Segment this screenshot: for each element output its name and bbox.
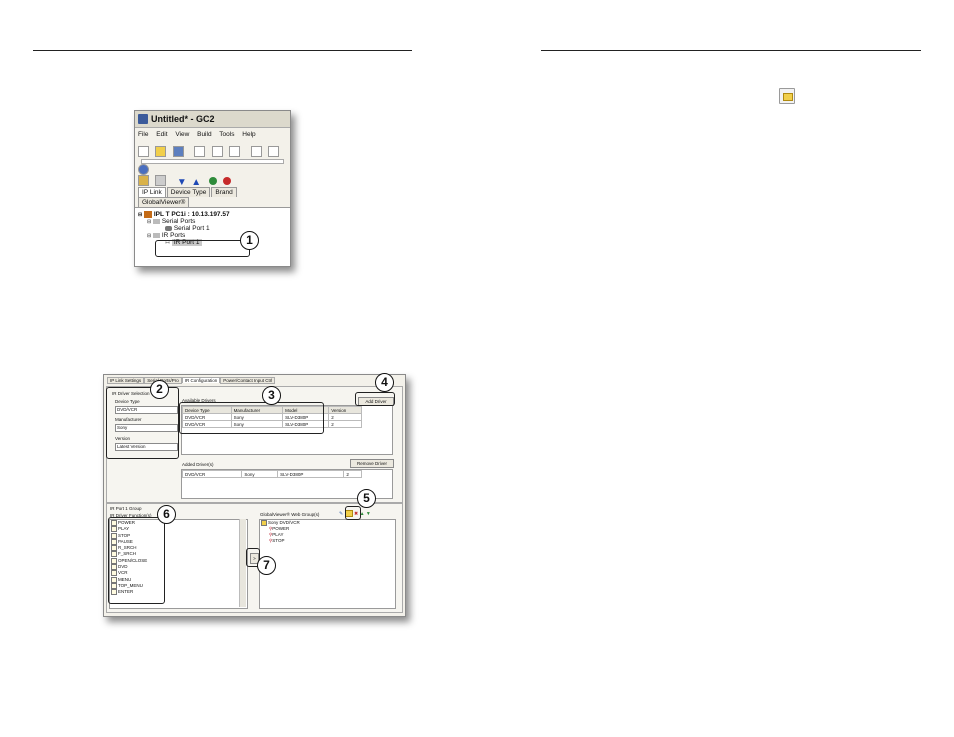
serial-port-icon [165, 226, 172, 231]
title-bar: Untitled* - GC2 [135, 111, 290, 128]
new-file-icon[interactable] [138, 146, 149, 158]
available-drivers-highlight [179, 402, 324, 434]
save-icon[interactable] [172, 146, 184, 158]
tab-power-contact[interactable]: Power/Contact Input Ctrl [220, 377, 276, 384]
new-group-folder-icon [779, 88, 795, 104]
callout-5: 5 [357, 489, 376, 508]
callout-4: 4 [375, 373, 394, 392]
tree-ir-folder[interactable]: ⊟ IR Ports [138, 232, 287, 239]
tree-serial-port[interactable]: Serial Port 1 [138, 225, 287, 232]
open-folder-icon[interactable] [155, 146, 167, 158]
toolbar [135, 142, 290, 176]
cut-icon[interactable] [194, 146, 206, 158]
functions-list-highlight [108, 517, 165, 604]
menu-help[interactable]: Help [242, 131, 255, 138]
tree-root[interactable]: ⊟ IPL T PC1i : 10.13.197.57 [138, 211, 287, 218]
menu-bar: File Edit View Build Tools Help [135, 128, 290, 142]
ipl-device-icon [144, 211, 153, 218]
callout-7: 7 [257, 556, 276, 575]
disconnect-icon[interactable] [223, 177, 232, 185]
page-icon[interactable] [250, 146, 262, 158]
callout-6: 6 [157, 505, 176, 524]
tab-ir-configuration[interactable]: IR Configuration [181, 377, 221, 383]
tab-device-type[interactable]: Device Type [166, 187, 211, 197]
action-toolbar: ▼ ▲ [135, 164, 290, 188]
tab-strip: IP Link Device Type Brand GlobalViewer® [135, 185, 290, 208]
group-title: IR Port 1 Group [110, 506, 142, 511]
tab-brand[interactable]: Brand [211, 187, 237, 197]
header-rule-right [541, 50, 921, 51]
copy-icon[interactable] [211, 146, 223, 158]
added-drivers-table: DVD/VCR Sony SLV-D380P 2 [181, 470, 362, 478]
window-title: Untitled* - GC2 [151, 114, 215, 124]
edit-pencil-icon[interactable]: ✎ [339, 511, 343, 517]
tree-serial-folder[interactable]: ⊟ Serial Ports [138, 218, 287, 225]
functions-scrollbar[interactable] [239, 519, 246, 607]
device-tree: ⊟ IPL T PC1i : 10.13.197.57 ⊟ Serial Por… [135, 208, 290, 266]
tab-ip-link[interactable]: IP Link [138, 187, 166, 197]
col-version[interactable]: Version [328, 406, 362, 414]
paste-icon[interactable] [229, 146, 241, 158]
menu-tools[interactable]: Tools [219, 131, 234, 138]
config-tabs: IP Link Settings Serial Ports/Pro IR Confi… [107, 377, 276, 384]
ir-port-highlight [155, 240, 250, 257]
callout-3: 3 [262, 386, 281, 405]
add-device-icon[interactable] [138, 175, 149, 187]
folder-icon [153, 233, 161, 238]
connect-icon[interactable] [208, 177, 217, 185]
menu-edit[interactable]: Edit [156, 131, 167, 138]
callout-1: 1 [240, 231, 259, 250]
add-driver-highlight [355, 392, 395, 406]
list-item[interactable]: ⚲STOP [261, 538, 300, 544]
new-group-highlight [345, 506, 361, 520]
tab-ip-link-settings[interactable]: IP Link Settings [107, 377, 145, 384]
move-down-icon[interactable]: ▼ [366, 511, 371, 517]
added-drivers-title: Added Driver(s) [182, 462, 214, 467]
menu-view[interactable]: View [175, 131, 189, 138]
gv-groups-title: GlobalViewer® Web Group(s) [260, 512, 320, 517]
app-icon [138, 114, 148, 124]
folder-icon [153, 219, 161, 224]
menu-file[interactable]: File [138, 131, 148, 138]
menu-build[interactable]: Build [197, 131, 211, 138]
table-row[interactable]: DVD/VCR Sony SLV-D380P 2 [181, 470, 362, 478]
gv-groups-tree: Sony DVD/VCR ⚲POWER ⚲PLAY ⚲STOP [261, 520, 300, 545]
remove-driver-button[interactable]: Remove Driver [350, 459, 394, 468]
header-rule-left [33, 50, 412, 51]
tab-globalviewer[interactable]: GlobalViewer® [138, 197, 190, 207]
device-grey-icon[interactable] [155, 175, 167, 187]
callout-2: 2 [150, 380, 169, 399]
driver-selection-highlight [106, 387, 179, 459]
pages-icon[interactable] [268, 146, 280, 158]
